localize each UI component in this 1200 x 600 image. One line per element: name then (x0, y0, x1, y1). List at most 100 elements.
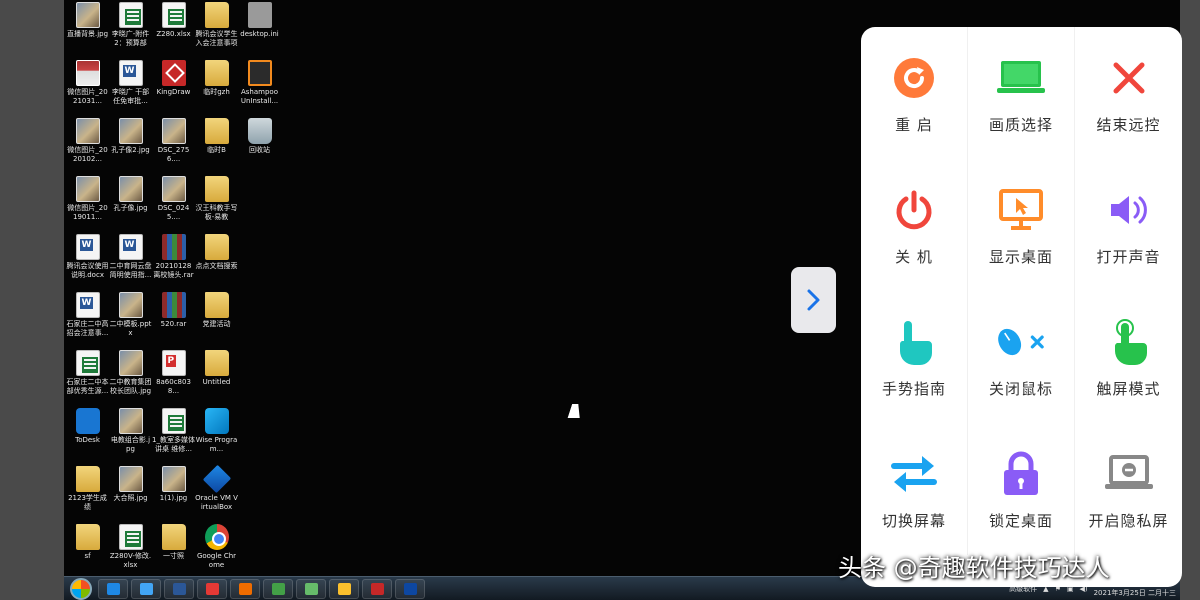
gesture-guide-label: 手势指南 (881, 379, 946, 398)
xls-file-icon (161, 408, 186, 434)
desktop-icon[interactable]: 孔子像.jpg (109, 176, 152, 234)
monitor-quality-icon (995, 52, 1047, 104)
open-sound-button[interactable]: 打开声音 (1075, 159, 1182, 291)
taskbar-button[interactable] (329, 578, 359, 599)
taskbar-button[interactable] (197, 578, 227, 599)
desktop-icon[interactable]: 直播背景.jpg (66, 2, 109, 60)
desktop-icon[interactable]: 520.rar (152, 292, 195, 350)
xls-file-icon (75, 350, 100, 376)
desktop-icon[interactable]: 汉王科教手写板-易教 (195, 176, 238, 234)
desktop-icon[interactable]: 二中模板.pptx (109, 292, 152, 350)
lock-desktop-button[interactable]: 锁定桌面 (968, 423, 1075, 555)
panel-toggle-button[interactable] (791, 267, 836, 333)
desktop-icon-label: 二中教育集团校长团队.jpg (109, 378, 152, 395)
desktop-icon[interactable]: 微信图片_2020102... (66, 118, 109, 176)
desktop-icon[interactable]: 2123学生成绩 (66, 466, 109, 524)
desktop-icon-label: Google Chrome (196, 552, 237, 569)
desktop-icon[interactable]: Z280V-修改.xlsx (109, 524, 152, 582)
desktop-icon[interactable]: KingDraw (152, 60, 195, 118)
taskbar-button[interactable] (362, 578, 392, 599)
desktop-icon[interactable]: 20210128 离校镜头.rar (152, 234, 195, 292)
restart-button[interactable]: 重 启 (861, 27, 968, 159)
desktop-icon[interactable]: 腾讯会议学生入会注意事项 (195, 2, 238, 60)
shutdown-button[interactable]: 关 机 (861, 159, 968, 291)
folder-file-icon (204, 176, 229, 202)
desktop-icon[interactable]: 临时B (195, 118, 238, 176)
quality-select-button[interactable]: 画质选择 (968, 27, 1075, 159)
close-icon (1103, 52, 1155, 104)
desktop-icon[interactable]: 党建活动 (195, 292, 238, 350)
desktop-icon[interactable]: desktop.ini (238, 2, 281, 60)
desktop-icon-label: 点点文档搜索 (195, 262, 238, 270)
desktop-icon[interactable]: 李晓广-附件2：预算部门... (109, 2, 152, 60)
desktop-icon[interactable]: 腾讯会议使用说明.docx (66, 234, 109, 292)
desktop-icon[interactable]: DSC_2756.... (152, 118, 195, 176)
privacy-screen-icon (1103, 448, 1155, 500)
img-file-icon (118, 292, 143, 318)
desktop-icon[interactable]: 李晓广 干部任免审批... (109, 60, 152, 118)
privacy-screen-button[interactable]: 开启隐私屏 (1075, 423, 1182, 555)
taskbar-apps (98, 578, 428, 599)
taskbar-button[interactable] (296, 578, 326, 599)
desktop-icon[interactable]: 点点文档搜索 (195, 234, 238, 292)
lock-icon (995, 448, 1047, 500)
desktop-icon[interactable]: 电教组合影.jpg (109, 408, 152, 466)
taskbar-button[interactable] (131, 578, 161, 599)
desktop-icon[interactable]: 1_教室多媒体讲桌 维修... (152, 408, 195, 466)
desktop-icon-label: 腾讯会议学生入会注意事项 (195, 30, 238, 47)
close-mouse-button[interactable]: 关闭鼠标 (968, 291, 1075, 423)
desktop-icon[interactable]: 微信图片_2021031... (66, 60, 109, 118)
desktop-icon[interactable]: 石家庄二中高招会注意事... (66, 292, 109, 350)
taskbar-button[interactable] (263, 578, 293, 599)
desktop-icon-label: 李晓广 干部任免审批... (111, 88, 150, 105)
desktop-icon[interactable]: 临时gzh (195, 60, 238, 118)
desktop-empty-slot (238, 466, 281, 524)
desktop-icon[interactable]: 微信图片_2019011... (66, 176, 109, 234)
desktop-icon[interactable]: Untitled (195, 350, 238, 408)
desktop-icon[interactable]: 回收站 (238, 118, 281, 176)
folder-file-icon (161, 524, 186, 550)
open-sound-label: 打开声音 (1096, 247, 1161, 266)
gesture-guide-button[interactable]: 手势指南 (861, 291, 968, 423)
desktop-icon[interactable]: 1(1).jpg (152, 466, 195, 524)
show-desktop-button[interactable]: 显示桌面 (968, 159, 1075, 291)
taskbar-button[interactable] (230, 578, 260, 599)
desktop-icon[interactable]: Google Chrome (195, 524, 238, 582)
desktop-icon[interactable]: ToDesk (66, 408, 109, 466)
taskbar-button[interactable] (395, 578, 425, 599)
desktop-icon[interactable]: Ashampoo UnInstall... (238, 60, 281, 118)
img-file-icon (75, 118, 100, 144)
desktop-icon[interactable]: 二中教育集团校长团队.jpg (109, 350, 152, 408)
switch-screen-button[interactable]: 切换屏幕 (861, 423, 968, 555)
doc-file-icon (75, 234, 100, 260)
desktop-icon[interactable]: 孔子像2.jpg (109, 118, 152, 176)
desktop-icon-label: 李晓广-附件2：预算部门... (111, 30, 150, 47)
end-remote-button[interactable]: 结束远控 (1075, 27, 1182, 159)
desktop-icon[interactable]: 大合照.jpg (109, 466, 152, 524)
desktop-icon[interactable]: 8a60c8038... (152, 350, 195, 408)
desktop-icon[interactable]: Z280.xlsx (152, 2, 195, 60)
desktop-icon[interactable]: Oracle VM VirtualBox (195, 464, 238, 524)
start-button[interactable] (70, 577, 92, 600)
app-red-icon (206, 582, 219, 595)
desktop-icon[interactable]: Wise Program... (195, 408, 238, 466)
letterbox-left (0, 0, 64, 600)
desktop-icon[interactable]: sf (66, 524, 109, 582)
desktop-icon[interactable]: DSC_0245.... (152, 176, 195, 234)
desktop-icon-label: 8a60c8038... (156, 378, 191, 395)
desktop-icon-label: Untitled (202, 378, 231, 386)
touch-mode-button[interactable]: 触屏模式 (1075, 291, 1182, 423)
img-file-icon (161, 118, 186, 144)
desktop-icon[interactable]: 二中育网云盘简明使用指... (109, 234, 152, 292)
desktop-icon[interactable]: 一寸照 (152, 524, 195, 582)
doc-file-icon (118, 234, 143, 260)
desktop-icon-label: 一寸照 (163, 552, 184, 560)
desktop-icon-label: 微信图片_2020102... (67, 146, 108, 163)
privacy-screen-label: 开启隐私屏 (1088, 511, 1169, 530)
app-green-icon (305, 582, 318, 595)
taskbar-button[interactable] (164, 578, 194, 599)
desktop-icon-label: 孔子像.jpg (113, 204, 148, 212)
taskbar-button[interactable] (98, 578, 128, 599)
desktop-icon[interactable]: 石家庄二中本部优秀生源... (66, 350, 109, 408)
desktop-icon-label: 回收站 (249, 146, 270, 154)
